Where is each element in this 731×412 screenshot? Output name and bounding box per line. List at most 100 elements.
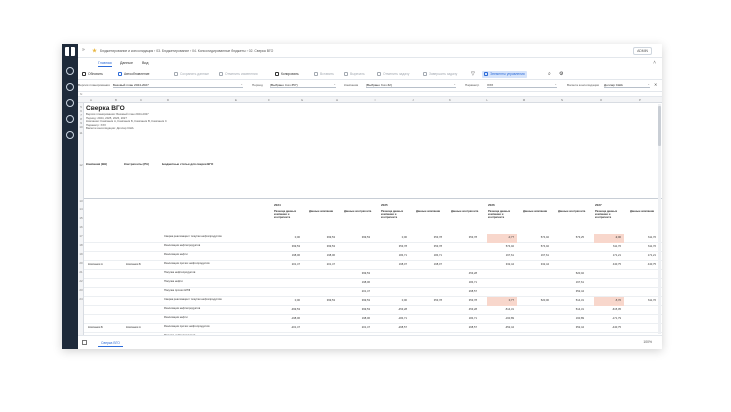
value-cell[interactable]: 171,21 bbox=[597, 254, 621, 257]
expand-chevron-icon[interactable]: » bbox=[82, 48, 85, 53]
value-cell[interactable]: 0,77 bbox=[490, 299, 514, 302]
value-cell[interactable]: 201,47 bbox=[346, 326, 370, 329]
copy-button[interactable]: Копировать bbox=[275, 71, 299, 78]
value-cell[interactable]: 611,76 bbox=[632, 236, 656, 239]
value-cell[interactable]: -514,31 bbox=[490, 308, 514, 311]
value-cell[interactable]: 198,06 bbox=[276, 254, 300, 257]
value-cell[interactable]: 514,31 bbox=[560, 299, 584, 302]
wrench-icon[interactable] bbox=[66, 115, 74, 123]
value-cell[interactable]: 611,76 bbox=[597, 245, 621, 248]
row-number[interactable]: 13 bbox=[78, 199, 84, 203]
value-cell[interactable]: 201,47 bbox=[346, 290, 370, 293]
finish-task-button[interactable]: Завершить задачу bbox=[423, 71, 457, 78]
favorite-star-icon[interactable] bbox=[92, 48, 97, 53]
column-header[interactable]: G bbox=[297, 98, 307, 102]
controls-button[interactable]: Элементы управления bbox=[482, 71, 527, 78]
value-cell[interactable]: -160,89 bbox=[490, 317, 514, 320]
row-number[interactable]: 12 bbox=[78, 163, 84, 167]
archive-icon[interactable] bbox=[66, 131, 74, 139]
item-cell[interactable]: Покупка нефтепродуктов bbox=[164, 271, 224, 275]
calendar-icon[interactable] bbox=[66, 83, 74, 91]
value-cell[interactable]: 160,89 bbox=[560, 317, 584, 320]
zoom-level[interactable]: 100% bbox=[643, 340, 652, 344]
value-cell[interactable]: 520,00 bbox=[525, 299, 549, 302]
row-number[interactable]: 16 bbox=[78, 225, 84, 229]
value-cell[interactable]: 352,44 bbox=[560, 326, 584, 329]
item-cell[interactable]: Реализация нефти bbox=[164, 253, 224, 257]
column-header[interactable]: N bbox=[557, 98, 567, 102]
value-cell[interactable]: 268,57 bbox=[453, 290, 477, 293]
paste-button[interactable]: Вставить bbox=[314, 71, 334, 78]
column-header[interactable]: E bbox=[231, 98, 241, 102]
value-cell[interactable]: -453,28 bbox=[383, 308, 407, 311]
value-cell[interactable]: 353,78 bbox=[418, 245, 442, 248]
cut-button[interactable]: Вырезать bbox=[344, 71, 365, 78]
value-cell[interactable]: 168,07 bbox=[383, 263, 407, 266]
item-cell[interactable]: Реализация нефтепродуктов bbox=[164, 244, 224, 248]
item-cell[interactable]: Сверка реализации / покупки нефтепродукт… bbox=[164, 235, 224, 239]
value-cell[interactable]: 399,53 bbox=[276, 245, 300, 248]
value-cell[interactable]: 514,31 bbox=[560, 308, 584, 311]
breadcrumb[interactable]: Бюджетирование и консолидация › 03. Бюдж… bbox=[100, 49, 273, 53]
value-cell[interactable]: 611,76 bbox=[632, 245, 656, 248]
row-number[interactable]: 14 bbox=[78, 207, 84, 211]
value-cell[interactable]: -352,44 bbox=[490, 326, 514, 329]
user-menu[interactable]: ADMIN bbox=[633, 47, 652, 55]
partner-cell[interactable]: Компания А bbox=[126, 326, 141, 329]
value-cell[interactable]: 353,78 bbox=[453, 236, 477, 239]
value-cell[interactable]: 573,25 bbox=[560, 236, 584, 239]
tab-view[interactable]: Вид bbox=[142, 61, 149, 65]
value-cell[interactable]: 353,78 bbox=[383, 245, 407, 248]
value-cell[interactable]: 184,71 bbox=[383, 254, 407, 257]
value-cell[interactable]: 399,53 bbox=[346, 308, 370, 311]
value-cell[interactable]: 201,47 bbox=[276, 263, 300, 266]
search-icon[interactable]: ⌕ bbox=[548, 71, 551, 78]
value-cell[interactable]: 520,02 bbox=[560, 272, 584, 275]
value-cell[interactable]: 0,00 bbox=[276, 236, 300, 239]
value-cell[interactable]: 201,47 bbox=[311, 263, 335, 266]
value-cell[interactable]: 453,28 bbox=[453, 272, 477, 275]
spreadsheet[interactable]: ABCDEFGHIJKLMNOP 5 6 7 8 9 10 11 12 13 14 15 16 17 18… bbox=[78, 97, 662, 335]
column-header[interactable]: H bbox=[332, 98, 342, 102]
item-cell[interactable]: Покупка нефти bbox=[164, 280, 224, 284]
value-cell[interactable]: -440,75 bbox=[597, 326, 621, 329]
filter-version-select[interactable]: Базовый план 2024-2027 bbox=[113, 81, 243, 88]
filter-currency-select[interactable]: Доллар США bbox=[604, 81, 650, 88]
item-cell[interactable]: Реализация прочих нефтепродуктов bbox=[164, 325, 224, 329]
value-cell[interactable]: 440,75 bbox=[632, 263, 656, 266]
sheet-list-icon[interactable] bbox=[82, 340, 87, 345]
column-header[interactable]: P bbox=[635, 98, 645, 102]
row-number[interactable]: 10 bbox=[78, 125, 84, 129]
value-cell[interactable]: 353,78 bbox=[453, 299, 477, 302]
partner-cell[interactable]: Компания Б bbox=[126, 263, 141, 266]
value-cell[interactable]: 453,28 bbox=[453, 308, 477, 311]
column-header[interactable]: L bbox=[482, 98, 492, 102]
filter-period-select[interactable]: (Выбрано 4 из 357) bbox=[270, 81, 336, 88]
value-cell[interactable]: 184,71 bbox=[453, 281, 477, 284]
value-cell[interactable]: 353,78 bbox=[418, 236, 442, 239]
tab-data[interactable]: Данные bbox=[120, 61, 133, 65]
value-cell[interactable]: 171,21 bbox=[632, 254, 656, 257]
column-header[interactable]: D bbox=[163, 98, 173, 102]
column-header[interactable]: B bbox=[111, 98, 121, 102]
refresh-button[interactable]: Обновить bbox=[82, 71, 103, 78]
value-cell[interactable]: 353,78 bbox=[418, 299, 442, 302]
value-cell[interactable]: 332,44 bbox=[525, 263, 549, 266]
value-cell[interactable]: -9,00 bbox=[597, 236, 621, 239]
column-header[interactable]: K bbox=[445, 98, 455, 102]
value-cell[interactable]: 0,00 bbox=[383, 236, 407, 239]
filter-icon[interactable]: ▽ bbox=[471, 71, 475, 78]
value-cell[interactable]: 167,61 bbox=[560, 281, 584, 284]
value-cell[interactable]: 0,00 bbox=[276, 299, 300, 302]
filter-parameter-select[interactable]: XXX bbox=[487, 81, 557, 88]
value-cell[interactable]: 399,53 bbox=[311, 299, 335, 302]
tab-main[interactable]: Главная bbox=[98, 61, 112, 67]
column-header[interactable]: I bbox=[370, 98, 380, 102]
value-cell[interactable]: -201,47 bbox=[276, 326, 300, 329]
row-number[interactable]: 11 bbox=[78, 131, 84, 135]
value-cell[interactable]: -171,79 bbox=[597, 317, 621, 320]
value-cell[interactable]: 399,53 bbox=[346, 236, 370, 239]
value-cell[interactable]: 167,61 bbox=[525, 254, 549, 257]
value-cell[interactable]: -184,71 bbox=[383, 317, 407, 320]
value-cell[interactable]: 574,02 bbox=[490, 245, 514, 248]
